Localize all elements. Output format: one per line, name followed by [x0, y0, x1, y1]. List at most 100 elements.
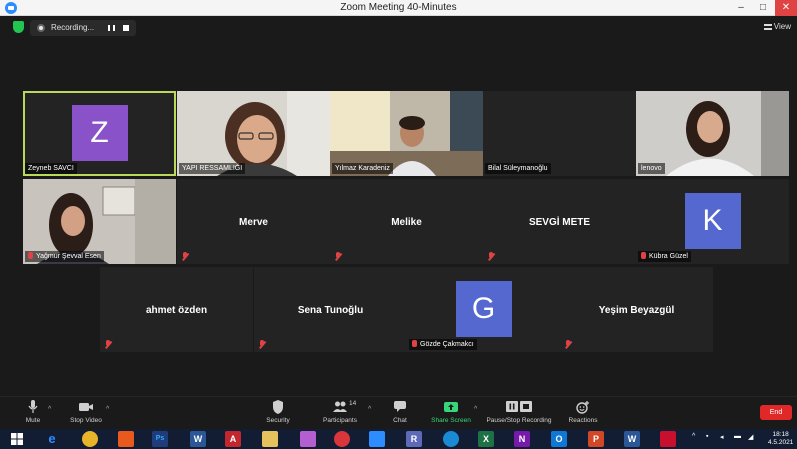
participants-icon: 14 [318, 400, 362, 414]
participant-name: Gözde Çakmakcı [409, 339, 477, 350]
participants-options-chevron-icon[interactable]: ^ [368, 406, 371, 413]
audio-options-chevron-icon[interactable]: ^ [48, 406, 51, 413]
end-meeting-button[interactable]: End [760, 405, 792, 420]
participant-tile-sena[interactable]: Sena Tunoğlu [254, 267, 407, 352]
mute-label: Mute [25, 417, 41, 424]
recording-label: Recording... [51, 23, 95, 32]
participant-name-text: Gözde Çakmakcı [420, 341, 474, 348]
video-options-chevron-icon[interactable]: ^ [106, 406, 109, 413]
participant-tile-kubra[interactable]: K Kübra Güzel [636, 179, 789, 264]
excel-icon[interactable]: X [478, 431, 494, 447]
pause-stop-icon [484, 400, 554, 414]
muted-mic-icon [181, 252, 189, 261]
window-title-bar: Zoom Meeting 40-Minutes – □ ✕ [0, 0, 797, 16]
muted-mic-icon [487, 252, 495, 261]
stop-video-button[interactable]: Stop Video [66, 400, 106, 424]
view-button[interactable]: View [763, 22, 791, 31]
clock-time: 18:18 [772, 431, 789, 438]
file-explorer-icon[interactable] [262, 431, 278, 447]
powerpoint-icon[interactable]: P [588, 431, 604, 447]
network-icon[interactable]: ▪ [706, 433, 708, 440]
app-icon-red[interactable] [334, 431, 350, 447]
gallery-view-icon [763, 24, 772, 30]
windows-start-icon[interactable] [11, 433, 23, 445]
word-icon-2[interactable]: W [624, 431, 640, 447]
tray-chevron-icon[interactable]: ^ [692, 433, 695, 440]
chrome-icon[interactable] [82, 431, 98, 447]
language-icon[interactable]: ◢ [748, 433, 753, 441]
participant-tile-sevgi[interactable]: SEVGİ METE [483, 179, 636, 264]
participant-name: Zeyneb SAVCI [25, 163, 77, 174]
app-icon-colorful[interactable] [300, 431, 316, 447]
autocad-icon[interactable]: A [225, 431, 241, 447]
windows-taskbar: e Ps W A R X N O P W ^ ▪ ◂ ▬ ◢ 18:18 4.5… [0, 429, 797, 449]
encryption-shield-icon[interactable] [13, 21, 24, 33]
avatar: G [455, 281, 512, 337]
paint-icon[interactable] [118, 431, 134, 447]
edge-browser-icon[interactable]: e [44, 431, 60, 447]
participant-name: Kübra Güzel [638, 251, 691, 262]
onenote-icon[interactable]: N [514, 431, 530, 447]
recording-indicator: Recording... [30, 20, 136, 36]
chat-button[interactable]: Chat [388, 400, 412, 424]
meeting-top-strip: Recording... View [0, 16, 797, 40]
revit-icon[interactable]: R [406, 431, 422, 447]
share-screen-label: Share Screen [431, 417, 471, 424]
chat-label: Chat [393, 417, 407, 424]
muted-mic-icon [334, 252, 342, 261]
camera-icon [66, 400, 106, 414]
view-label: View [773, 22, 791, 31]
maximize-button[interactable]: □ [752, 0, 774, 16]
mute-button[interactable]: Mute [20, 400, 46, 424]
pause-recording-icon[interactable] [108, 25, 115, 31]
clock-date: 4.5.2021 [768, 439, 794, 446]
participant-tile-yesim[interactable]: Yeşim Beyazgül [560, 267, 713, 352]
photoshop-icon[interactable]: Ps [152, 431, 168, 447]
outlook-icon[interactable]: O [551, 431, 567, 447]
security-button[interactable]: Security [262, 400, 294, 424]
participant-name: Yılmaz Karadeniz [332, 163, 393, 174]
taskbar-clock[interactable]: 18:18 4.5.2021 [768, 431, 793, 447]
participant-tile-yapi-ressamligi[interactable]: YAPI RESSAMLIĞI [177, 91, 330, 176]
participants-button[interactable]: 14 Participants [318, 400, 362, 424]
participant-display-name: Melike [391, 217, 422, 228]
word-icon[interactable]: W [190, 431, 206, 447]
participant-tile-yagmur[interactable]: Yağmur Şevval Esen [23, 179, 176, 264]
participants-label: Participants [323, 417, 357, 424]
share-screen-button[interactable]: Share Screen [428, 400, 474, 424]
participant-name-text: Kübra Güzel [649, 253, 688, 260]
muted-mic-icon [258, 340, 266, 349]
security-label: Security [266, 417, 290, 424]
participant-tile-zeyneb[interactable]: Z Zeyneb SAVCI [23, 91, 176, 176]
participant-tile-lenovo[interactable]: lenovo [636, 91, 789, 176]
stop-video-label: Stop Video [70, 417, 102, 424]
participant-tile-yilmaz[interactable]: Yılmaz Karadeniz [330, 91, 483, 176]
muted-mic-icon [104, 340, 112, 349]
edge-chromium-icon[interactable] [443, 431, 459, 447]
participant-tile-merve[interactable]: Merve [177, 179, 330, 264]
close-button[interactable]: ✕ [775, 0, 797, 16]
chat-bubble-icon [388, 400, 412, 414]
acrobat-icon[interactable] [660, 431, 676, 447]
reactions-button[interactable]: Reactions [566, 400, 600, 424]
battery-icon[interactable]: ▬ [734, 433, 741, 440]
participant-tile-melike[interactable]: Melike [330, 179, 483, 264]
participant-tile-bilal[interactable]: Bilal Süleymanoğlu [483, 91, 636, 176]
muted-mic-icon [412, 340, 417, 347]
pause-stop-recording-button[interactable]: Pause/Stop Recording [484, 400, 554, 424]
participants-count: 14 [349, 400, 357, 407]
participant-name: lenovo [638, 163, 665, 174]
minimize-button[interactable]: – [730, 0, 752, 16]
recording-dot-icon [37, 24, 45, 32]
share-options-chevron-icon[interactable]: ^ [474, 406, 477, 413]
smiley-icon [566, 400, 600, 414]
zoom-taskbar-icon[interactable] [369, 431, 385, 447]
stop-recording-icon[interactable] [123, 25, 129, 31]
avatar: K [684, 193, 741, 249]
participant-tile-ahmet[interactable]: ahmet özden [100, 267, 253, 352]
participant-name: Bilal Süleymanoğlu [485, 163, 551, 174]
participant-tile-gozde[interactable]: G Gözde Çakmakcı [407, 267, 560, 352]
meeting-toolbar: Mute ^ Stop Video ^ Security 14 Particip… [0, 396, 797, 429]
volume-icon[interactable]: ◂ [720, 433, 724, 441]
participant-display-name: Sena Tunoğlu [297, 305, 364, 316]
